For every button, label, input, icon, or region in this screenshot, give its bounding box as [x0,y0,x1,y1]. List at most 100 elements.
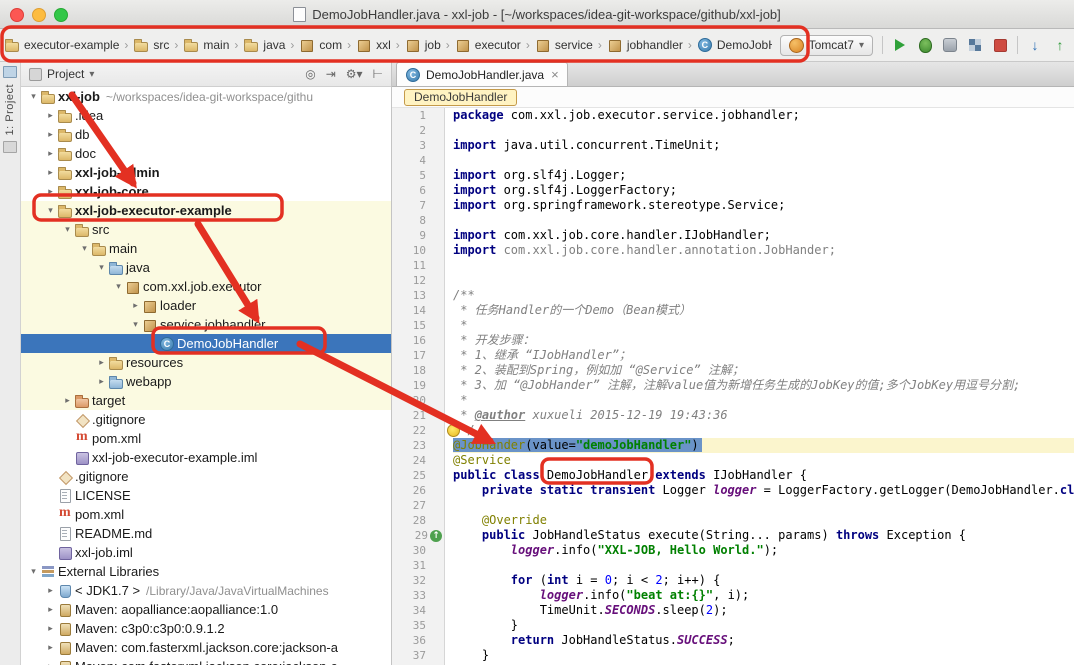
code-editor[interactable]: package com.xxl.job.executor.service.job… [445,108,1074,665]
tree-item-webapp[interactable]: ▸webapp [21,372,391,391]
code-line-15[interactable]: * [453,318,1074,333]
code-line-26[interactable]: private static transient Logger logger =… [453,483,1074,498]
code-line-34[interactable]: TimeUnit.SECONDS.sleep(2); [453,603,1074,618]
tree-item-java[interactable]: ▾java [21,258,391,277]
tool-window-icon-secondary[interactable] [3,141,17,153]
collapsed-arrow-icon[interactable]: ▸ [44,129,57,140]
hide-panel-icon[interactable]: ⊢ [373,67,383,81]
tree-item-db[interactable]: ▸db [21,125,391,144]
expanded-arrow-icon[interactable]: ▾ [95,262,108,273]
tree-item-com-xxl-job-executor[interactable]: ▾com.xxl.job.executor [21,277,391,296]
code-line-4[interactable] [453,153,1074,168]
collapse-all-icon[interactable]: ⇥ [326,67,336,81]
breadcrumb-item-xxl[interactable]: xxl [354,36,393,54]
expanded-arrow-icon[interactable]: ▾ [27,91,40,102]
tree-item-jdk1-7[interactable]: ▸< JDK1.7 >/Library/Java/JavaVirtualMach… [21,581,391,600]
code-line-13[interactable]: /** [453,288,1074,303]
expanded-arrow-icon[interactable]: ▾ [129,319,142,330]
code-line-33[interactable]: logger.info("beat at:{}", i); [453,588,1074,603]
project-view-dropdown[interactable]: Project ▾ [29,67,94,81]
collapsed-arrow-icon[interactable]: ▸ [61,395,74,406]
tree-item-maven-com-fasterxml-jackson-core-jackson-c[interactable]: ▸Maven: com.fasterxml.jackson.core:jacks… [21,657,391,665]
code-line-21[interactable]: * @author xuxueli 2015-12-19 19:43:36 [453,408,1074,423]
vcs-update-button[interactable]: ↓ [1027,37,1043,53]
code-line-17[interactable]: * 1、继承 “IJobHandler”； [453,348,1074,363]
code-line-8[interactable] [453,213,1074,228]
tree-item-maven-com-fasterxml-jackson-core-jackson-a[interactable]: ▸Maven: com.fasterxml.jackson.core:jacks… [21,638,391,657]
tree-item-xxl-job[interactable]: ▾xxl-job~/workspaces/idea-git-workspace/… [21,87,391,106]
editor-breadcrumb-chip[interactable]: DemoJobHandler [404,89,517,106]
code-line-1[interactable]: package com.xxl.job.executor.service.job… [453,108,1074,123]
code-line-12[interactable] [453,273,1074,288]
breadcrumb-item-com[interactable]: com [297,36,344,54]
breadcrumb-item-jobhandler[interactable]: jobhandler [605,36,685,54]
tree-item-gitignore[interactable]: .gitignore [21,410,391,429]
code-line-28[interactable]: @Override [453,513,1074,528]
code-line-32[interactable]: for (int i = 0; i < 2; i++) { [453,573,1074,588]
code-line-36[interactable]: return JobHandleStatus.SUCCESS; [453,633,1074,648]
stop-button[interactable] [992,37,1008,53]
collapsed-arrow-icon[interactable]: ▸ [44,110,57,121]
expanded-arrow-icon[interactable]: ▾ [44,205,57,216]
intention-bulb-icon[interactable] [447,424,460,437]
tree-item-license[interactable]: LICENSE [21,486,391,505]
code-line-35[interactable]: } [453,618,1074,633]
tree-item-maven-c3p0-c3p0-0-9-1-2[interactable]: ▸Maven: c3p0:c3p0:0.9.1.2 [21,619,391,638]
breadcrumb-item-main[interactable]: main [181,36,231,54]
run-configuration-select[interactable]: Tomcat7 ▾ [780,35,873,56]
tree-item-xxl-job-iml[interactable]: xxl-job.iml [21,543,391,562]
collapsed-arrow-icon[interactable]: ▸ [44,661,57,665]
collapsed-arrow-icon[interactable]: ▸ [95,357,108,368]
tree-item-pom-xml[interactable]: pom.xml [21,429,391,448]
code-line-29[interactable]: public JobHandleStatus execute(String...… [453,528,1074,543]
collapsed-arrow-icon[interactable]: ▸ [44,186,57,197]
tree-item-xxl-job-executor-example[interactable]: ▾xxl-job-executor-example [21,201,391,220]
breadcrumb-item-demojobhandler[interactable]: DemoJobHandler [695,36,772,54]
code-line-30[interactable]: logger.info("XXL-JOB, Hello World."); [453,543,1074,558]
tree-item-idea[interactable]: ▸.idea [21,106,391,125]
minimize-window-button[interactable] [32,8,46,22]
run-with-coverage-button[interactable] [967,37,983,53]
code-line-18[interactable]: * 2、装配到Spring，例如加 “@Service” 注解； [453,363,1074,378]
editor-tab-demojobhandler[interactable]: DemoJobHandler.java × [396,62,568,86]
tree-item-main[interactable]: ▾main [21,239,391,258]
code-line-25[interactable]: public class DemoJobHandler extends IJob… [453,468,1074,483]
code-line-2[interactable] [453,123,1074,138]
breadcrumb-item-src[interactable]: src [131,36,171,54]
locate-icon[interactable]: ◎ [305,67,315,81]
vcs-commit-button[interactable]: ↑ [1052,37,1068,53]
tree-item-xxl-job-executor-example-iml[interactable]: xxl-job-executor-example.iml [21,448,391,467]
tree-item-gitignore[interactable]: .gitignore [21,467,391,486]
collapsed-arrow-icon[interactable]: ▸ [44,623,57,634]
collapsed-arrow-icon[interactable]: ▸ [95,376,108,387]
close-tab-icon[interactable]: × [551,67,559,82]
expanded-arrow-icon[interactable]: ▾ [61,224,74,235]
code-line-27[interactable] [453,498,1074,513]
tree-item-xxl-job-admin[interactable]: ▸xxl-job-admin [21,163,391,182]
expanded-arrow-icon[interactable]: ▾ [112,281,125,292]
coverage-button[interactable] [942,37,958,53]
code-line-11[interactable] [453,258,1074,273]
tree-item-readme-md[interactable]: README.md [21,524,391,543]
tree-item-resources[interactable]: ▸resources [21,353,391,372]
tree-item-loader[interactable]: ▸loader [21,296,391,315]
tree-item-external-libraries[interactable]: ▾External Libraries [21,562,391,581]
close-window-button[interactable] [10,8,24,22]
tree-item-service-jobhandler[interactable]: ▾service.jobhandler [21,315,391,334]
tree-item-xxl-job-core[interactable]: ▸xxl-job-core [21,182,391,201]
collapsed-arrow-icon[interactable]: ▸ [44,148,57,159]
run-button[interactable] [892,37,908,53]
settings-gear-icon[interactable]: ⚙▾ [346,67,363,81]
code-line-24[interactable]: @Service [453,453,1074,468]
collapsed-arrow-icon[interactable]: ▸ [44,167,57,178]
expanded-arrow-icon[interactable]: ▾ [27,566,40,577]
code-line-6[interactable]: import org.slf4j.LoggerFactory; [453,183,1074,198]
code-line-37[interactable]: } [453,648,1074,663]
project-tool-window-tab[interactable]: 1: Project [4,84,16,135]
breadcrumb-item-executor-example[interactable]: executor-example [2,36,121,54]
debug-button[interactable] [917,37,933,53]
code-line-7[interactable]: import org.springframework.stereotype.Se… [453,198,1074,213]
tree-item-src[interactable]: ▾src [21,220,391,239]
code-line-20[interactable]: * [453,393,1074,408]
tree-item-doc[interactable]: ▸doc [21,144,391,163]
